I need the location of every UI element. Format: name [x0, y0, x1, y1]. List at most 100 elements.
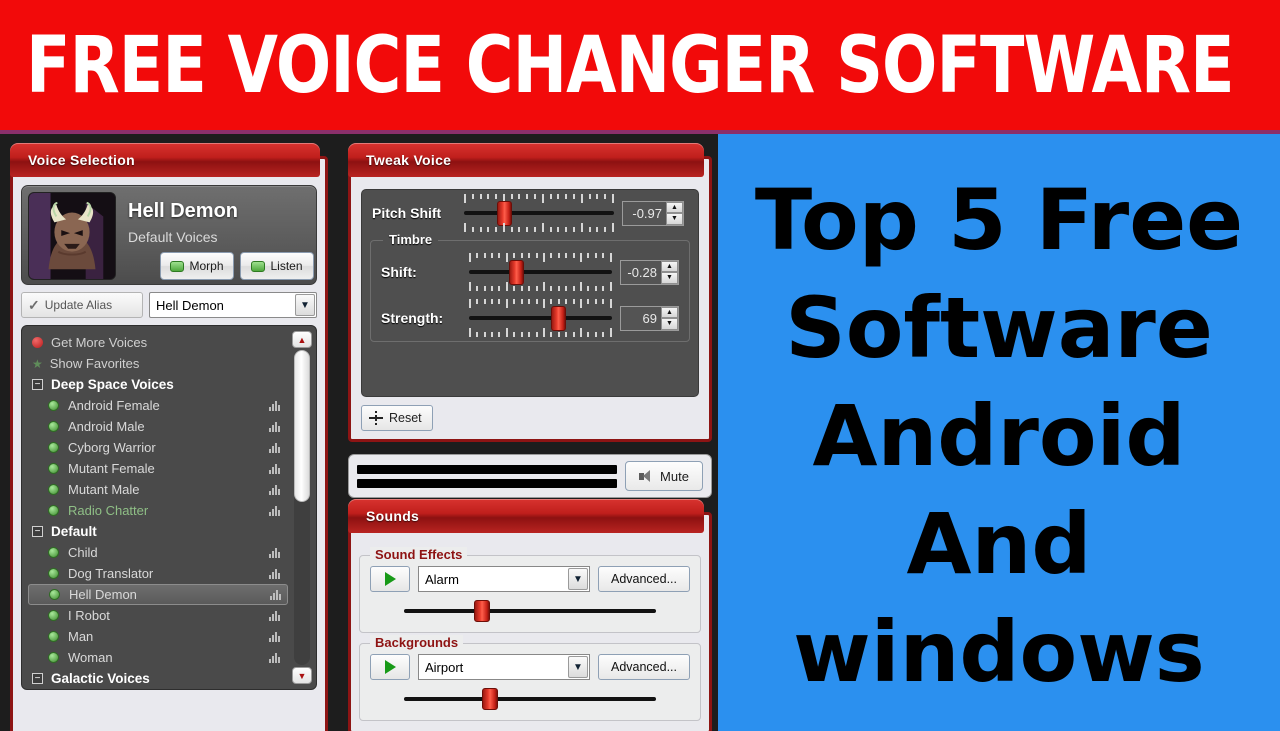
spinner-down-icon[interactable]: ▼ [666, 213, 683, 225]
list-item[interactable]: I Robot [22, 605, 316, 626]
list-item[interactable]: Mutant Male [22, 479, 316, 500]
list-item[interactable]: Woman [22, 647, 316, 668]
mute-button[interactable]: Mute [625, 461, 703, 491]
list-item-show-favorites[interactable]: ★ Show Favorites [22, 353, 316, 374]
chevron-down-icon[interactable]: ▼ [568, 568, 588, 590]
spinner-up-icon[interactable]: ▲ [661, 306, 678, 318]
collapse-icon[interactable]: − [32, 673, 43, 684]
list-item[interactable]: Mutant Female [22, 458, 316, 479]
list-group-galactic-voices[interactable]: − Galactic Voices [22, 668, 316, 689]
spinner-buttons[interactable]: ▲ ▼ [666, 201, 683, 225]
voice-action-buttons: Morph Listen [160, 252, 314, 280]
tweak-voice-panel: Tweak Voice Pitch Shift -0.97 ▲ ▼ Timbre… [348, 143, 712, 442]
slider-knob[interactable] [481, 688, 498, 710]
list-item[interactable]: Android Male [22, 416, 316, 437]
backgrounds-play-button[interactable] [370, 654, 410, 680]
collapse-icon[interactable]: − [32, 526, 43, 537]
slider-track[interactable] [468, 316, 612, 320]
sound-effects-value: Alarm [425, 571, 459, 587]
preview-bars-icon[interactable] [269, 421, 280, 432]
slider-track[interactable] [468, 270, 612, 274]
list-item-label: Child [68, 545, 98, 560]
list-item-label: Radio Chatter [68, 503, 149, 518]
timbre-shift-spinner[interactable]: -0.28 ▲ ▼ [619, 259, 679, 285]
scrollbar-track[interactable] [294, 350, 310, 665]
timbre-strength-slider[interactable] [468, 297, 612, 339]
list-item[interactable]: Dog Translator [22, 563, 316, 584]
slider-track[interactable] [464, 211, 614, 215]
preview-bars-icon[interactable] [269, 442, 280, 453]
preview-bars-icon[interactable] [269, 400, 280, 411]
list-item-label: Mutant Male [68, 482, 140, 497]
list-item[interactable]: Man [22, 626, 316, 647]
slider-track[interactable] [404, 609, 656, 613]
spinner-buttons[interactable]: ▲ ▼ [661, 306, 678, 330]
promo-line: Software [785, 278, 1213, 377]
spinner-down-icon[interactable]: ▼ [661, 272, 678, 284]
list-item[interactable]: Radio Chatter [22, 500, 316, 521]
listen-button[interactable]: Listen [240, 252, 314, 280]
backgrounds-group: Backgrounds Airport ▼ Advanced... [359, 635, 701, 721]
backgrounds-advanced-button[interactable]: Advanced... [598, 654, 690, 680]
preview-bars-icon[interactable] [269, 463, 280, 474]
scroll-up-button[interactable]: ▲ [292, 331, 312, 348]
list-item-selected[interactable]: Hell Demon [28, 584, 288, 605]
voice-bullet-icon [48, 547, 59, 558]
voice-selection-body: Hell Demon Default Voices Morph Listen ✓… [21, 185, 317, 729]
check-icon: ✓ [28, 296, 40, 313]
list-item-label: Dog Translator [68, 566, 154, 581]
spinner-up-icon[interactable]: ▲ [661, 260, 678, 272]
list-item[interactable]: Android Female [22, 395, 316, 416]
tick-marks-bottom [464, 223, 614, 232]
list-group-deep-space-voices[interactable]: − Deep Space Voices [22, 374, 316, 395]
voice-list[interactable]: Get More Voices ★ Show Favorites − Deep … [21, 325, 317, 690]
pitch-shift-spinner[interactable]: -0.97 ▲ ▼ [622, 200, 684, 226]
update-alias-button[interactable]: ✓ Update Alias [21, 292, 143, 318]
list-item-get-more-voices[interactable]: Get More Voices [22, 332, 316, 353]
voice-bullet-icon [48, 568, 59, 579]
chevron-down-icon[interactable]: ▼ [295, 294, 315, 316]
spinner-down-icon[interactable]: ▼ [661, 318, 678, 330]
preview-bars-icon[interactable] [269, 631, 280, 642]
play-icon [384, 660, 396, 674]
list-group-default[interactable]: − Default [22, 521, 316, 542]
preview-bars-icon[interactable] [270, 589, 281, 600]
preview-bars-icon[interactable] [269, 547, 280, 558]
list-item-label: I Robot [68, 608, 110, 623]
list-group-label: Default [51, 524, 97, 539]
list-item-label: Mutant Female [68, 461, 155, 476]
preview-bars-icon[interactable] [269, 610, 280, 621]
slider-knob[interactable] [474, 600, 491, 622]
sound-effects-play-button[interactable] [370, 566, 410, 592]
preview-bars-icon[interactable] [269, 505, 280, 516]
preview-bars-icon[interactable] [269, 568, 280, 579]
list-item[interactable]: Child [22, 542, 316, 563]
voice-bullet-icon [48, 631, 59, 642]
list-item-label: Cyborg Warrior [68, 440, 156, 455]
backgrounds-volume-slider[interactable] [404, 686, 656, 712]
voice-list-scrollbar[interactable]: ▲ ▼ [292, 331, 312, 684]
advanced-label: Advanced... [610, 572, 677, 586]
sound-effects-advanced-button[interactable]: Advanced... [598, 566, 690, 592]
sound-effects-select[interactable]: Alarm ▼ [418, 566, 590, 592]
preview-bars-icon[interactable] [269, 484, 280, 495]
spinner-up-icon[interactable]: ▲ [666, 201, 683, 213]
backgrounds-select[interactable]: Airport ▼ [418, 654, 590, 680]
list-item-label: Hell Demon [69, 587, 137, 602]
morph-button[interactable]: Morph [160, 252, 234, 280]
reset-button[interactable]: Reset [361, 405, 433, 431]
spinner-buttons[interactable]: ▲ ▼ [661, 260, 678, 284]
scroll-down-button[interactable]: ▼ [292, 667, 312, 684]
timbre-strength-spinner[interactable]: 69 ▲ ▼ [619, 305, 679, 331]
preview-bars-icon[interactable] [269, 652, 280, 663]
sound-effects-volume-slider[interactable] [404, 598, 656, 624]
chevron-down-icon[interactable]: ▼ [568, 656, 588, 678]
timbre-shift-slider[interactable] [468, 251, 612, 293]
pitch-shift-slider[interactable] [464, 192, 614, 234]
list-item-label: Android Male [68, 419, 145, 434]
collapse-icon[interactable]: − [32, 379, 43, 390]
scrollbar-thumb[interactable] [294, 350, 310, 502]
slider-track[interactable] [404, 697, 656, 701]
list-item[interactable]: Cyborg Warrior [22, 437, 316, 458]
alias-select[interactable]: Hell Demon ▼ [149, 292, 317, 318]
